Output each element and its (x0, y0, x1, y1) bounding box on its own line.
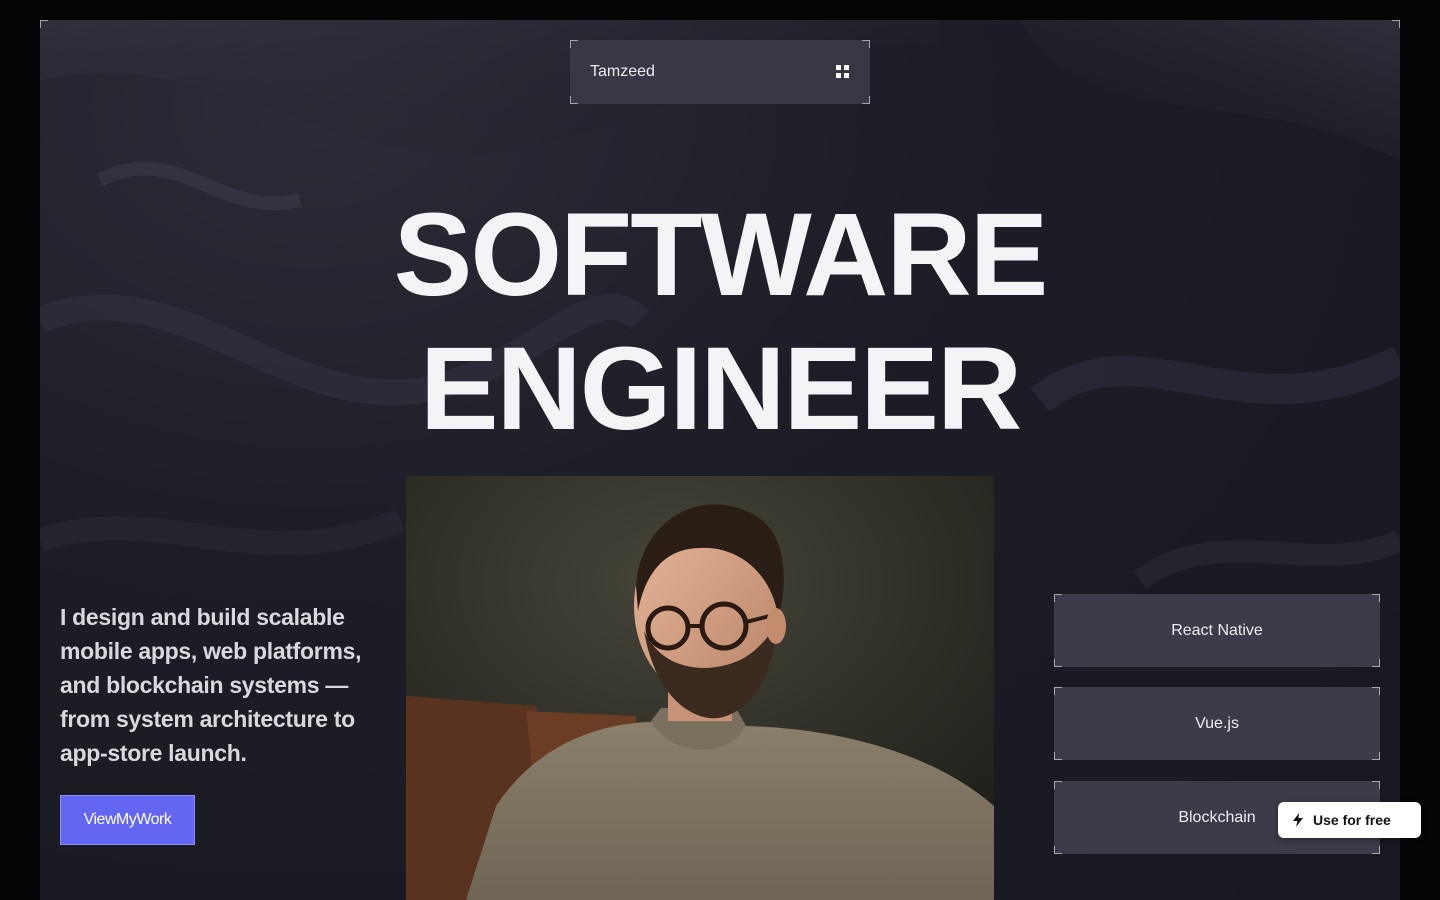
skill-card-vuejs[interactable]: Vue.js (1054, 687, 1380, 760)
corner-marker (1054, 687, 1062, 695)
corner-marker (1054, 846, 1062, 854)
portrait-illustration (406, 476, 994, 900)
intro-text: I design and build scalable mobile apps,… (60, 604, 362, 766)
corner-marker (570, 40, 578, 48)
corner-marker (1372, 781, 1380, 789)
corner-marker (1054, 781, 1062, 789)
corner-marker (862, 40, 870, 48)
grid-menu-icon[interactable] (836, 65, 850, 79)
navbar: Tamzeed (570, 40, 870, 104)
corner-marker (1054, 752, 1062, 760)
use-for-free-label: Use for free (1313, 812, 1391, 828)
corner-marker (1372, 846, 1380, 854)
portrait-photo (406, 476, 994, 900)
corner-marker (1392, 20, 1400, 28)
corner-marker (1372, 594, 1380, 602)
skill-card-react-native[interactable]: React Native (1054, 594, 1380, 667)
skill-label: React Native (1171, 621, 1263, 639)
skill-label: Blockchain (1178, 808, 1256, 826)
corner-marker (570, 96, 578, 104)
corner-marker (1054, 594, 1062, 602)
hero-title: SOFTWARE ENGINEER (40, 188, 1400, 456)
corner-marker (1372, 752, 1380, 760)
corner-marker (40, 20, 48, 28)
lightning-icon (1293, 813, 1303, 827)
view-my-work-button[interactable]: ViewMyWork (60, 795, 195, 845)
hero-title-line-1: SOFTWARE (393, 189, 1049, 321)
corner-marker (862, 96, 870, 104)
hero-section: Tamzeed SOFTWARE ENGINEER I design and b… (40, 20, 1400, 900)
use-for-free-button[interactable]: Use for free (1278, 802, 1421, 838)
skill-label: Vue.js (1195, 714, 1239, 732)
corner-marker (1054, 659, 1062, 667)
hero-title-line-2: ENGINEER (419, 323, 1022, 455)
brand-name[interactable]: Tamzeed (590, 63, 655, 81)
corner-marker (1372, 687, 1380, 695)
corner-marker (1372, 659, 1380, 667)
